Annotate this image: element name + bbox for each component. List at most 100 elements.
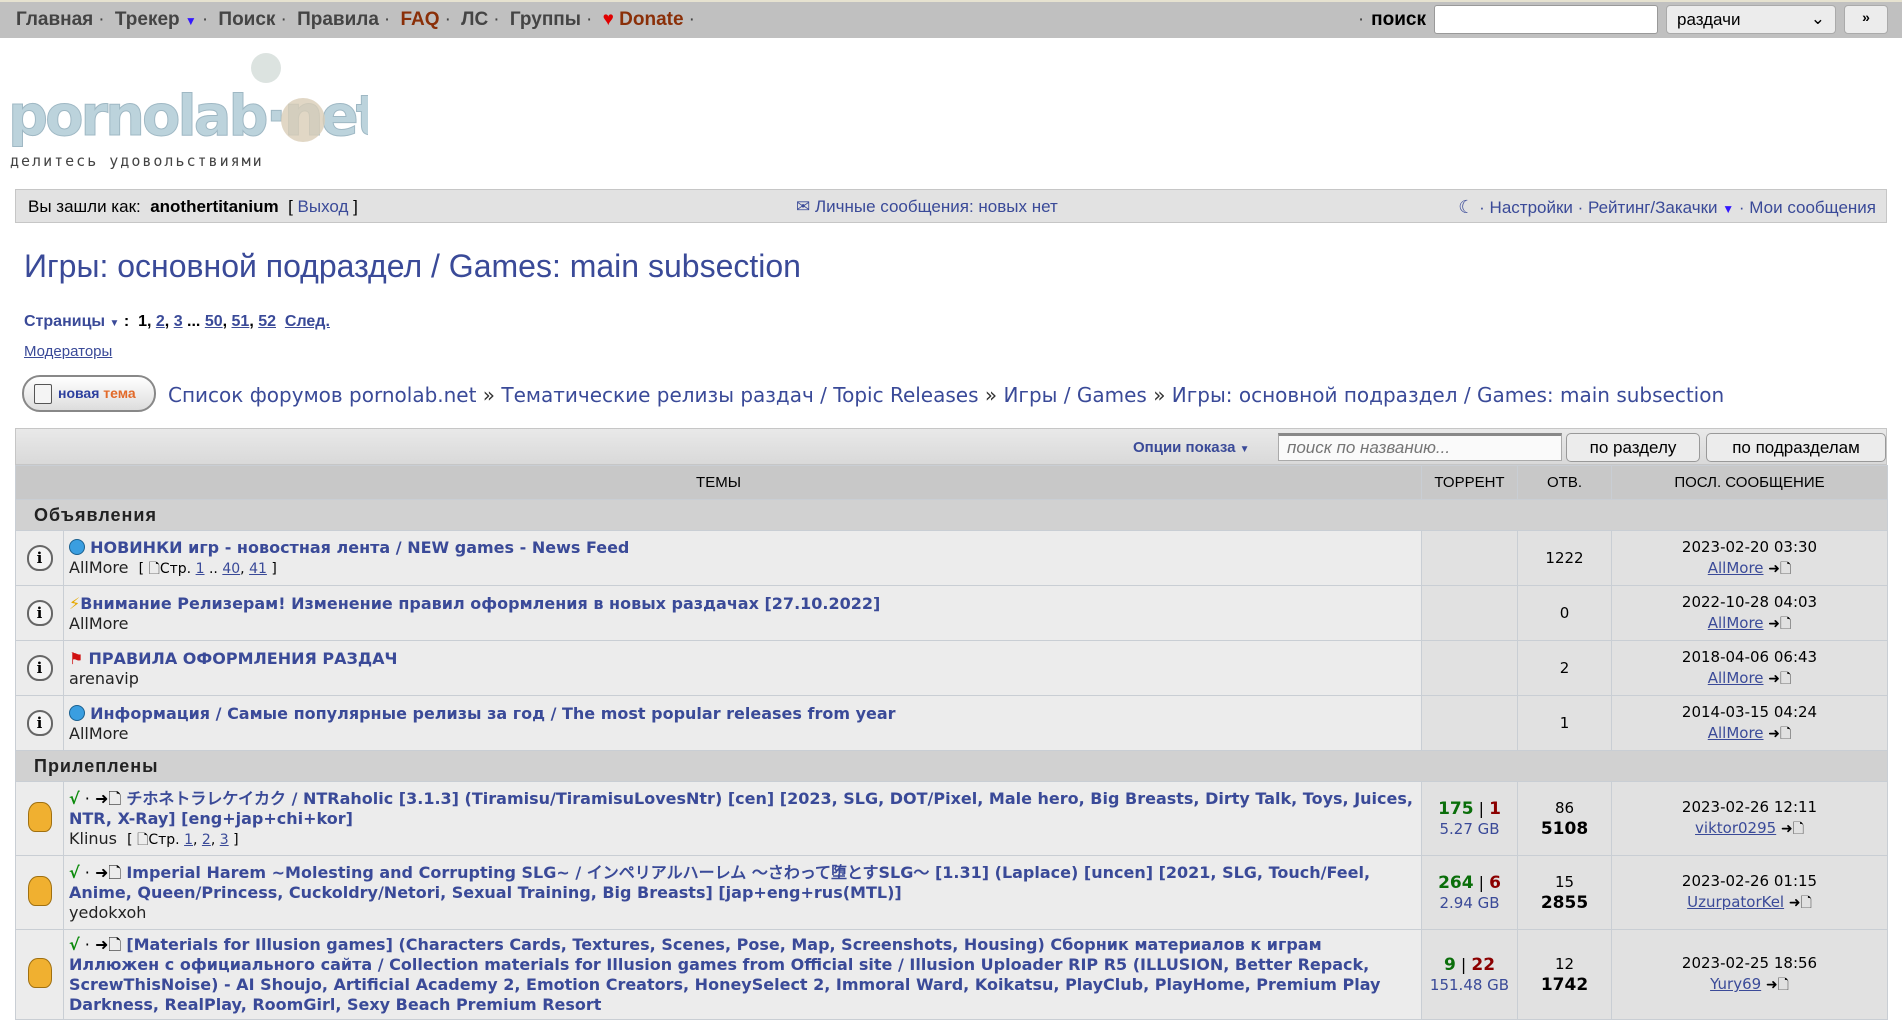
breadcrumb-item[interactable]: Список форумов pornolab.net bbox=[168, 383, 476, 407]
go-to-last-post-icon[interactable]: ➜🗋 bbox=[1768, 671, 1791, 687]
title-search-input[interactable] bbox=[1278, 433, 1562, 461]
settings-link[interactable]: Настройки bbox=[1490, 198, 1573, 217]
torrent-cell bbox=[1421, 640, 1519, 696]
torrent-size: 2.94 GB bbox=[1439, 894, 1500, 912]
last-post-user[interactable]: Yury69 bbox=[1710, 975, 1761, 993]
go-to-last-post-icon[interactable]: ➜🗋 bbox=[1768, 561, 1791, 577]
table-row: i ⚑ ПРАВИЛА ОФОРМЛЕНИЯ РАЗДАЧ arenavip 2 … bbox=[15, 640, 1889, 696]
envelope-icon: ✉ bbox=[796, 197, 811, 216]
page-link[interactable]: 2 bbox=[156, 313, 165, 330]
checked-icon: √ bbox=[69, 935, 80, 954]
search-type-value: раздачи bbox=[1677, 10, 1741, 29]
replies-count: 86 bbox=[1554, 798, 1575, 817]
topic-page-link[interactable]: 40 bbox=[222, 561, 240, 577]
search-by-subsections-button[interactable]: по подразделам bbox=[1706, 433, 1886, 462]
nav-donate[interactable]: Donate bbox=[619, 9, 683, 30]
nav-search[interactable]: Поиск bbox=[218, 9, 275, 30]
replies-count: 15 bbox=[1554, 872, 1575, 891]
page-link[interactable]: 3 bbox=[174, 313, 183, 330]
search-input[interactable] bbox=[1434, 5, 1658, 34]
rating-link[interactable]: Рейтинг/Закачки bbox=[1588, 198, 1718, 217]
last-post-user[interactable]: UzurpatorKel bbox=[1687, 893, 1784, 911]
logout-link[interactable]: Выход bbox=[298, 197, 349, 216]
topic-title-link[interactable]: [Materials for Illusion games] (Characte… bbox=[69, 935, 1380, 1014]
replies-count: 1222 bbox=[1517, 530, 1613, 586]
nav-faq[interactable]: FAQ bbox=[401, 9, 440, 30]
private-messages-link[interactable]: Личные сообщения: новых нет bbox=[815, 197, 1058, 216]
go-to-last-post-icon[interactable]: ➜🗋 bbox=[1766, 977, 1789, 993]
download-icon[interactable]: ➜🗋 bbox=[95, 863, 121, 882]
last-post-user[interactable]: AllMore bbox=[1708, 669, 1764, 687]
announcement-icon: i bbox=[26, 655, 53, 681]
nav-rules[interactable]: Правила bbox=[297, 9, 379, 30]
globe-icon bbox=[69, 704, 85, 721]
display-options-button[interactable]: Опции показа ▼ bbox=[1133, 439, 1250, 456]
caret-down-icon[interactable]: ▼ bbox=[1722, 202, 1734, 216]
top-navigation-bar: Главная · Трекер ▼ · Поиск · Правила · FAQ · … bbox=[0, 0, 1902, 38]
topic-author: arenavip bbox=[69, 668, 139, 688]
username: anothertitanium bbox=[150, 197, 279, 216]
moderators-link[interactable]: Модераторы bbox=[24, 343, 112, 360]
torrent-cell bbox=[1421, 585, 1519, 641]
download-icon[interactable]: ➜🗋 bbox=[95, 935, 121, 954]
page-link[interactable]: 50 bbox=[205, 313, 223, 330]
my-posts-link[interactable]: Мои сообщения bbox=[1749, 198, 1876, 217]
search-go-button[interactable]: » bbox=[1844, 5, 1888, 34]
seeders-count: 9 bbox=[1443, 955, 1456, 975]
torrent-cell: 175 | 1 5.27 GB bbox=[1421, 781, 1519, 856]
leechers-count: 6 bbox=[1489, 873, 1501, 893]
topic-title-link[interactable]: チホネトラレケイカク / NTRaholic [3.1.3] (Tiramisu… bbox=[69, 789, 1413, 828]
search-type-select[interactable]: раздачи ⌄ bbox=[1666, 5, 1836, 34]
download-icon[interactable]: ➜🗋 bbox=[95, 789, 121, 808]
lightning-icon: ⚡ bbox=[69, 593, 81, 613]
search-by-section-button[interactable]: по разделу bbox=[1566, 433, 1700, 462]
sticky-icon bbox=[27, 801, 52, 832]
topic-title-link[interactable]: Imperial Harem ~Molesting and Corrupting… bbox=[69, 863, 1370, 902]
nav-home[interactable]: Главная bbox=[16, 9, 93, 30]
page-link[interactable]: 51 bbox=[232, 313, 250, 330]
nav-groups[interactable]: Группы bbox=[510, 9, 581, 30]
topic-title-link[interactable]: ПРАВИЛА ОФОРМЛЕНИЯ РАЗДАЧ bbox=[88, 649, 397, 668]
go-to-last-post-icon[interactable]: ➜🗋 bbox=[1768, 616, 1791, 632]
nav-tracker[interactable]: Трекер bbox=[115, 9, 180, 30]
new-topic-button[interactable]: новая тема bbox=[22, 375, 156, 412]
moon-icon[interactable]: ☾ bbox=[1458, 197, 1474, 217]
topic-title-link[interactable]: Информация / Самые популярные релизы за … bbox=[90, 704, 895, 723]
topic-page-link[interactable]: 1 bbox=[184, 832, 193, 848]
pages-label[interactable]: Страницы bbox=[24, 313, 105, 330]
user-bar: Вы зашли как: anothertitanium [ Выход ] … bbox=[15, 189, 1887, 223]
topic-page-link[interactable]: 1 bbox=[196, 561, 205, 577]
chevron-down-icon: ⌄ bbox=[1810, 9, 1825, 28]
breadcrumb-item[interactable]: Тематические релизы раздач / Topic Relea… bbox=[501, 383, 978, 407]
nav-pm[interactable]: ЛС bbox=[461, 9, 488, 30]
new-topic-label: новая bbox=[58, 385, 100, 401]
downloads-count: 2855 bbox=[1540, 892, 1589, 913]
topic-title-link[interactable]: НОВИНКИ игр - новостная лента / NEW game… bbox=[90, 538, 629, 557]
go-to-last-post-icon[interactable]: ➜🗋 bbox=[1781, 821, 1804, 837]
last-post-user[interactable]: viktor0295 bbox=[1695, 819, 1776, 837]
topic-author: AllMore bbox=[69, 558, 129, 577]
topic-page-link[interactable]: 41 bbox=[249, 561, 267, 577]
sticky-icon bbox=[27, 875, 52, 906]
caret-down-icon[interactable]: ▼ bbox=[185, 14, 197, 28]
last-post-user[interactable]: AllMore bbox=[1708, 559, 1764, 577]
category-announcements: Объявления bbox=[14, 499, 1889, 531]
topic-title-link[interactable]: Внимание Релизерам! Изменение правил офо… bbox=[80, 594, 880, 613]
breadcrumb-item[interactable]: Игры / Games bbox=[1003, 383, 1146, 407]
replies-count: 1 bbox=[1517, 695, 1613, 751]
leechers-count: 1 bbox=[1489, 799, 1501, 819]
caret-down-icon[interactable]: ▼ bbox=[110, 318, 120, 329]
site-logo[interactable]: pornolab·net делитесь удовольствиями bbox=[8, 50, 385, 180]
last-post-date: 2023-02-25 18:56 bbox=[1681, 954, 1818, 972]
next-page-link[interactable]: След. bbox=[285, 313, 330, 330]
topic-page-link[interactable]: 2 bbox=[202, 832, 211, 848]
go-to-last-post-icon[interactable]: ➜🗋 bbox=[1789, 895, 1812, 911]
page-title[interactable]: Игры: основной подраздел / Games: main s… bbox=[24, 248, 801, 285]
topic-page-link[interactable]: 3 bbox=[220, 832, 229, 848]
table-row: i НОВИНКИ игр - новостная лента / NEW ga… bbox=[15, 530, 1889, 586]
page-link[interactable]: 52 bbox=[258, 313, 276, 330]
go-to-last-post-icon[interactable]: ➜🗋 bbox=[1768, 726, 1791, 742]
last-post-user[interactable]: AllMore bbox=[1708, 724, 1764, 742]
breadcrumb-item[interactable]: Игры: основной подраздел / Games: main s… bbox=[1172, 383, 1724, 407]
last-post-user[interactable]: AllMore bbox=[1708, 614, 1764, 632]
